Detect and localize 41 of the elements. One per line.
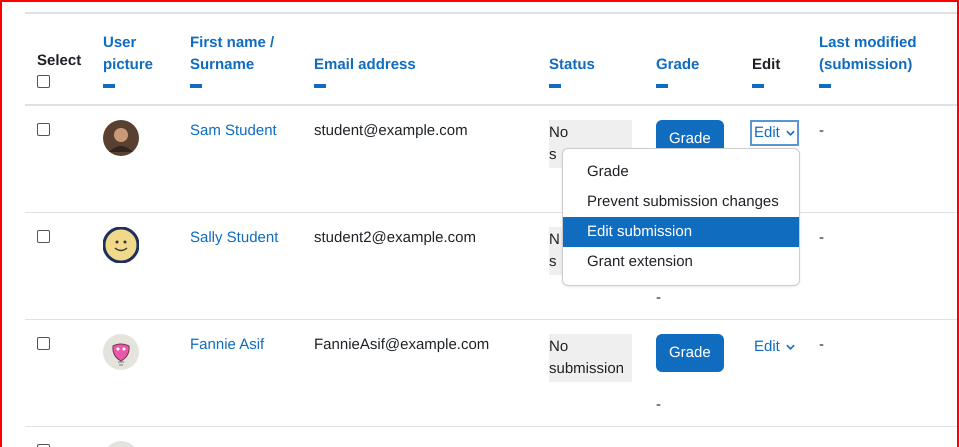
column-header[interactable]: Email address xyxy=(314,54,416,76)
edit-menu-button[interactable]: Edit xyxy=(750,120,799,146)
submission-status: No submission xyxy=(549,334,632,382)
student-name-link[interactable]: Sally Student xyxy=(190,229,278,246)
column-header[interactable]: First name / Surname xyxy=(190,32,296,76)
menu-item[interactable]: Prevent submission changes xyxy=(563,187,799,217)
cartoon-avatar-icon xyxy=(103,334,139,370)
email-text: student2@example.com xyxy=(314,229,476,246)
smiley-avatar-icon xyxy=(103,227,139,263)
edit-menu-button[interactable]: Edit xyxy=(750,334,799,360)
column-header[interactable]: Status xyxy=(549,54,595,76)
column-header[interactable]: Grade xyxy=(656,54,700,76)
select-all-checkbox[interactable] xyxy=(37,75,50,88)
row-checkbox[interactable] xyxy=(37,123,50,136)
avatar-photo-placeholder xyxy=(103,120,139,156)
sort-icon[interactable] xyxy=(752,84,764,88)
grade-value: - xyxy=(656,395,661,415)
sort-icon[interactable] xyxy=(819,84,831,88)
column-header[interactable]: User picture xyxy=(103,32,172,76)
column-header[interactable]: Last modified (submission) xyxy=(819,32,957,76)
sort-icon[interactable] xyxy=(103,84,115,88)
grade-value: - xyxy=(656,288,661,308)
student-name-link[interactable]: Sam Student xyxy=(190,122,277,139)
sort-icon[interactable] xyxy=(190,84,202,88)
caret-icon[interactable] xyxy=(786,130,795,136)
email-text: student@example.com xyxy=(314,122,468,139)
sort-icon[interactable] xyxy=(549,84,561,88)
row-checkbox[interactable] xyxy=(37,230,50,243)
menu-item[interactable]: Edit submission xyxy=(563,217,799,247)
row-checkbox[interactable] xyxy=(37,337,50,350)
sort-icon[interactable] xyxy=(656,84,668,88)
email-text: FannieAsif@example.com xyxy=(314,336,490,353)
grade-button[interactable]: Grade xyxy=(656,334,724,372)
last-modified-text: - xyxy=(819,122,824,139)
caret-icon[interactable] xyxy=(786,344,795,350)
student-name-link[interactable]: Fannie Asif xyxy=(190,336,264,353)
last-modified-text: - xyxy=(819,336,824,353)
column-header: Edit xyxy=(752,55,780,75)
column-header: Select xyxy=(37,51,82,71)
sort-icon[interactable] xyxy=(314,84,326,88)
last-modified-text: - xyxy=(819,229,824,246)
